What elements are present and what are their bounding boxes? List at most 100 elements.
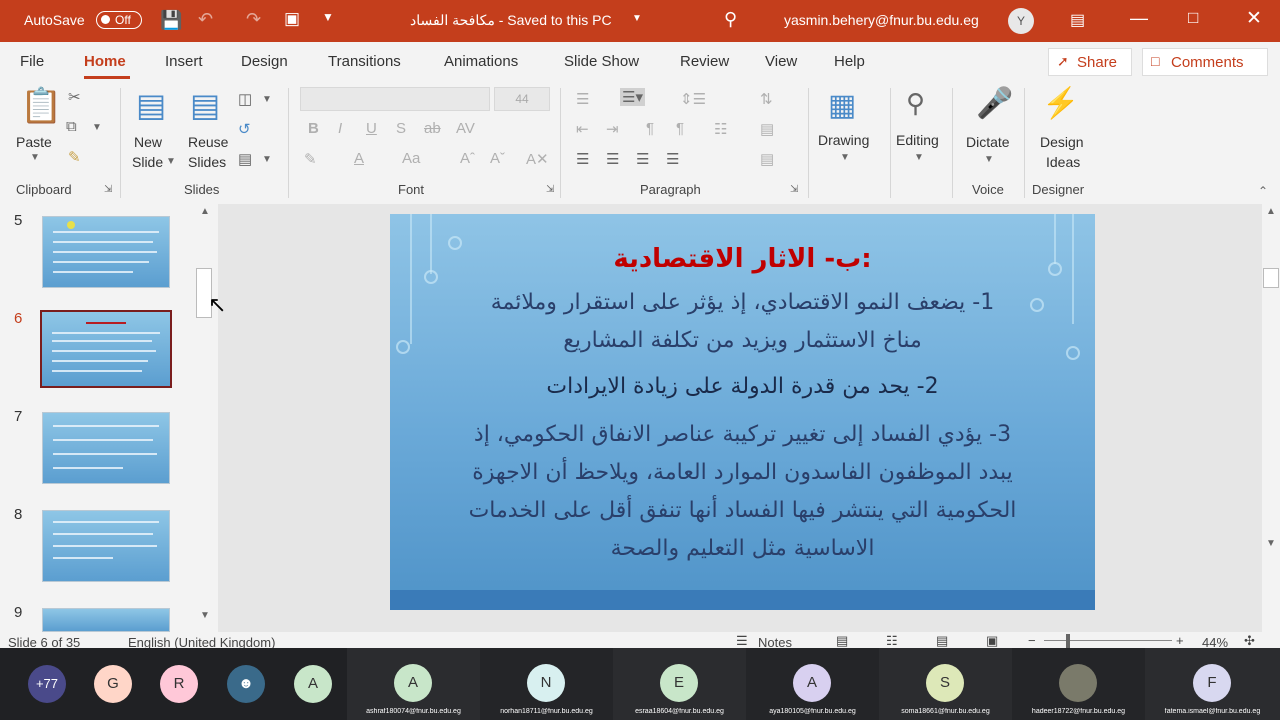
char-spacing-icon[interactable]: AV (456, 120, 475, 137)
slide-text-line-5[interactable]: يبدد الموظفون الفاسدون الموارد العامة، و… (390, 460, 1095, 485)
decrease-indent-icon[interactable]: ⇤ (576, 120, 589, 138)
collapse-ribbon-icon[interactable]: ⌃ (1258, 184, 1268, 198)
participant-avatar[interactable]: A (294, 665, 332, 703)
slideshow-view-icon[interactable]: ▣ (986, 633, 998, 648)
slide-thumbnail-7[interactable] (42, 412, 170, 484)
maximize-icon[interactable]: □ (1188, 8, 1198, 28)
tab-design[interactable]: Design (241, 53, 288, 70)
zoom-out-icon[interactable]: − (1028, 633, 1036, 648)
font-size-combobox[interactable]: 44 (494, 87, 550, 111)
align-center-icon[interactable]: ☰ (606, 150, 619, 168)
user-avatar[interactable]: Y (1008, 8, 1034, 34)
design-ideas-label-2[interactable]: Ideas (1046, 152, 1080, 172)
reset-icon[interactable]: ↺ (238, 120, 251, 138)
share-button[interactable]: ➚ Share (1048, 48, 1132, 76)
dictate-label[interactable]: Dictate (966, 132, 1010, 152)
bold-icon[interactable]: B (308, 120, 319, 137)
ribbon-display-icon[interactable]: ▤ (1070, 10, 1085, 30)
fit-slide-icon[interactable]: ✣ (1244, 633, 1255, 648)
section-icon[interactable]: ▤ (238, 150, 252, 168)
slide-sorter-icon[interactable]: ☷ (886, 633, 898, 648)
notes-icon[interactable]: ☰ (736, 633, 748, 648)
participant-tile[interactable]: A aya180105@fnur.bu.edu.eg (746, 648, 879, 720)
layout-dropdown-icon[interactable]: ▼ (262, 94, 272, 105)
paragraph-launcher-icon[interactable]: ⇲ (790, 184, 798, 195)
shadow-icon[interactable]: S (396, 120, 406, 137)
slide-text-line-3[interactable]: 2- يحد من قدرة الدولة على زيادة الايرادا… (390, 374, 1095, 399)
editor-scroll-up-icon[interactable]: ▲ (1266, 206, 1276, 217)
normal-view-icon[interactable]: ▤ (836, 633, 848, 648)
dictate-dropdown-icon[interactable]: ▼ (984, 154, 994, 165)
italic-icon[interactable]: I (338, 120, 342, 137)
bullets-icon[interactable]: ☰ (576, 90, 589, 108)
new-slide-label-2[interactable]: Slide (132, 152, 163, 172)
more-participants-button[interactable]: +77 (28, 665, 66, 703)
comments-button[interactable]: □ Comments (1142, 48, 1268, 76)
reuse-slides-icon[interactable]: ▤ (190, 86, 220, 124)
autosave-toggle[interactable]: Off (96, 11, 142, 29)
rtl-icon[interactable]: ¶ (676, 120, 684, 137)
smartart-icon[interactable]: ▤ (760, 150, 774, 168)
editing-label[interactable]: Editing (896, 130, 939, 150)
clipboard-launcher-icon[interactable]: ⇲ (104, 184, 112, 195)
participant-avatar[interactable]: G (94, 665, 132, 703)
ltr-icon[interactable]: ¶ (646, 120, 654, 137)
title-dropdown-icon[interactable]: ▼ (632, 13, 642, 24)
participant-person-icon[interactable]: ☻ (227, 665, 265, 703)
zoom-level[interactable]: 44% (1202, 635, 1228, 648)
tab-animations[interactable]: Animations (444, 53, 518, 70)
slide-text-line-2[interactable]: مناخ الاستثمار ويزيد من تكلفة المشاريع (390, 328, 1095, 353)
drawing-icon[interactable]: ▦ (828, 88, 856, 123)
change-case-icon[interactable]: Aa (402, 150, 420, 167)
slide-thumbnail-9[interactable] (42, 608, 170, 632)
decrease-font-icon[interactable]: Aˇ (490, 150, 505, 167)
present-icon[interactable]: ▣ (284, 9, 300, 29)
increase-indent-icon[interactable]: ⇥ (606, 120, 619, 138)
participant-tile[interactable]: E esraa18604@fnur.bu.edu.eg (613, 648, 746, 720)
tab-view[interactable]: View (765, 53, 797, 70)
tab-transitions[interactable]: Transitions (328, 53, 401, 70)
customize-qat-icon[interactable]: ▼ (322, 10, 334, 24)
zoom-slider-thumb[interactable] (1066, 634, 1070, 648)
slide-text-line-4[interactable]: 3- يؤدي الفساد إلى تغيير تركيبة عناصر ال… (390, 422, 1095, 447)
reuse-slides-label-1[interactable]: Reuse (188, 132, 228, 152)
new-slide-icon[interactable]: ▤ (136, 86, 166, 124)
underline-icon[interactable]: U (366, 120, 377, 137)
participant-avatar[interactable]: R (160, 665, 198, 703)
participant-tile[interactable]: F fatema.ismael@fnur.bu.edu.eg (1145, 648, 1280, 720)
copy-dropdown-icon[interactable]: ▼ (92, 122, 102, 133)
paste-icon[interactable]: 📋 (20, 86, 62, 126)
slide-thumbnail-6[interactable] (40, 310, 172, 388)
highlight-icon[interactable]: ✎ (304, 150, 317, 168)
numbering-icon[interactable]: ☰▾ (620, 88, 645, 106)
reuse-slides-label-2[interactable]: Slides (188, 152, 226, 172)
new-slide-dropdown-icon[interactable]: ▼ (166, 156, 176, 167)
zoom-in-icon[interactable]: + (1176, 633, 1184, 648)
participant-tile[interactable]: N norhan18711@fnur.bu.edu.eg (480, 648, 613, 720)
save-icon[interactable]: 💾 (160, 10, 182, 31)
drawing-dropdown-icon[interactable]: ▼ (840, 152, 850, 163)
editor-scroll-down-icon[interactable]: ▼ (1266, 538, 1276, 549)
font-launcher-icon[interactable]: ⇲ (546, 184, 554, 195)
scroll-up-icon[interactable]: ▲ (200, 206, 210, 217)
scroll-down-icon[interactable]: ▼ (200, 610, 210, 621)
editor-scrollbar[interactable]: ▲ ▼ (1262, 204, 1280, 632)
strikethrough-icon[interactable]: ab (424, 120, 441, 137)
zoom-slider[interactable] (1044, 640, 1172, 641)
participant-tile[interactable]: S soma18661@fnur.bu.edu.eg (879, 648, 1012, 720)
design-ideas-icon[interactable]: ⚡ (1042, 86, 1079, 121)
slide-title[interactable]: ب- الاثار الاقتصادية: (390, 244, 1095, 274)
format-painter-icon[interactable]: ✎ (68, 148, 81, 166)
slide-text-line-6[interactable]: الحكومية التي ينتشر فيها الفساد أنها تنف… (390, 498, 1095, 523)
layout-icon[interactable]: ◫ (238, 90, 252, 108)
justify-icon[interactable]: ☰ (666, 150, 679, 168)
drawing-label[interactable]: Drawing (818, 130, 869, 150)
tab-file[interactable]: File (20, 53, 44, 70)
new-slide-label-1[interactable]: New (134, 132, 162, 152)
close-icon[interactable]: ✕ (1246, 7, 1262, 30)
tab-slide-show[interactable]: Slide Show (564, 53, 639, 70)
font-color-icon[interactable]: A (354, 150, 364, 167)
find-icon[interactable]: ⚲ (906, 88, 925, 119)
tab-review[interactable]: Review (680, 53, 729, 70)
align-right-icon[interactable]: ☰ (636, 150, 649, 168)
